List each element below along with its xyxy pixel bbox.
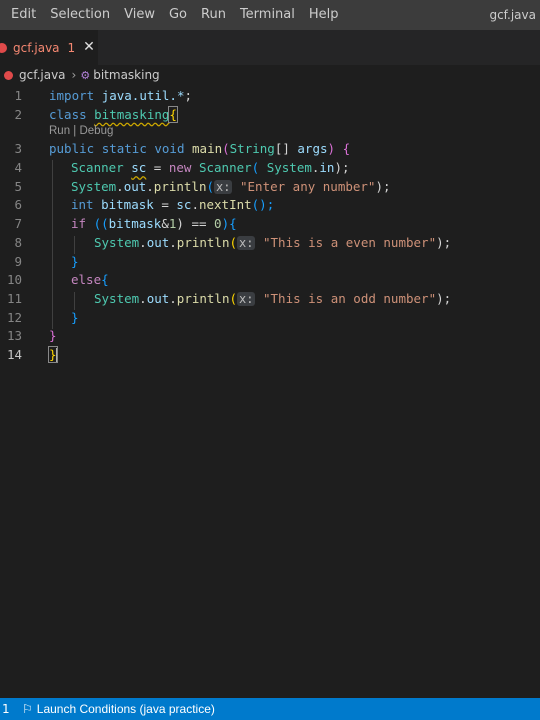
- breadcrumb: gcf.java › ⚙ bitmasking: [0, 65, 540, 85]
- status-bar: 1 ⚐ Launch Conditions (java practice): [0, 698, 540, 720]
- code-line-12[interactable]: 12 }: [0, 308, 540, 327]
- code-text: else{: [71, 272, 109, 288]
- run-debug-code-lens[interactable]: Run | Debug: [49, 125, 113, 137]
- code-line-5[interactable]: 5 System.out.println(x: "Enter any numbe…: [0, 177, 540, 196]
- line-number: 7: [14, 216, 22, 232]
- code-lens-line: Run | Debug: [0, 123, 540, 139]
- text-cursor: [55, 347, 58, 363]
- menu-selection[interactable]: Selection: [43, 0, 117, 30]
- code-text: public static void main(String[] args) {: [49, 141, 351, 157]
- code-line-13[interactable]: 13 }: [0, 327, 540, 346]
- code-text: if ((bitmask&1) == 0){: [71, 216, 237, 232]
- code-line-4[interactable]: 4 Scanner sc = new Scanner( System.in);: [0, 158, 540, 177]
- line-number: 8: [14, 234, 22, 250]
- code-text: }: [71, 309, 79, 325]
- menu-terminal[interactable]: Terminal: [233, 0, 302, 30]
- code-text: System.out.println(x: "This is a even nu…: [94, 234, 452, 250]
- code-text: System.out.println(x: "Enter any number"…: [71, 178, 391, 194]
- debug-icon: ⚐: [22, 702, 33, 716]
- line-number: 2: [14, 106, 22, 122]
- line-number: 14: [6, 347, 22, 363]
- line-number: 5: [14, 178, 22, 194]
- code-line-8[interactable]: 8 System.out.println(x: "This is a even …: [0, 233, 540, 252]
- line-number: 10: [6, 272, 22, 288]
- class-symbol-icon: ⚙: [80, 68, 91, 82]
- tab-label: gcf.java: [13, 40, 60, 55]
- line-number: 12: [6, 309, 22, 325]
- code-text: }: [71, 253, 79, 269]
- line-number: 13: [6, 328, 22, 344]
- menu-help[interactable]: Help: [302, 0, 346, 30]
- code-line-10[interactable]: 10 else{: [0, 270, 540, 289]
- code-line-6[interactable]: 6 int bitmask = sc.nextInt();: [0, 196, 540, 215]
- breadcrumb-file[interactable]: gcf.java: [19, 68, 66, 82]
- code-text: }: [48, 345, 58, 363]
- chevron-right-icon: ›: [71, 68, 77, 82]
- breadcrumb-symbol[interactable]: bitmasking: [93, 68, 159, 82]
- code-line-11[interactable]: 11 System.out.println(x: "This is an odd…: [0, 289, 540, 308]
- line-number: 1: [14, 87, 22, 103]
- error-icon: [4, 70, 13, 80]
- code-text: int bitmask = sc.nextInt();: [71, 197, 275, 213]
- menu-edit[interactable]: Edit: [4, 0, 43, 30]
- code-editor[interactable]: 1 import java.util.*; 2 class bitmasking…: [0, 86, 540, 698]
- line-number: 4: [14, 160, 22, 176]
- menu-go[interactable]: Go: [162, 0, 194, 30]
- menu-view[interactable]: View: [117, 0, 162, 30]
- code-line-9[interactable]: 9 }: [0, 252, 540, 271]
- line-number: 11: [6, 290, 22, 306]
- code-text: Scanner sc = new Scanner( System.in);: [71, 160, 350, 176]
- line-number: 6: [14, 197, 22, 213]
- line-number: 3: [14, 141, 22, 157]
- code-text: System.out.println(x: "This is an odd nu…: [94, 290, 452, 306]
- code-line-3[interactable]: 3 public static void main(String[] args)…: [0, 140, 540, 159]
- close-icon[interactable]: ✕: [83, 30, 95, 65]
- tab-bar: gcf.java 1 ✕: [0, 30, 540, 65]
- launch-configuration-button[interactable]: ⚐ Launch Conditions (java practice): [22, 702, 215, 716]
- window-title: gcf.java: [489, 8, 536, 22]
- menu-items: Edit Selection View Go Run Terminal Help: [0, 0, 346, 30]
- menu-run[interactable]: Run: [194, 0, 233, 30]
- code-line-7[interactable]: 7 if ((bitmask&1) == 0){: [0, 214, 540, 233]
- code-line-2[interactable]: 2 class bitmasking{: [0, 105, 540, 124]
- parameter-hint: x:: [237, 235, 256, 250]
- code-text: import java.util.*;: [49, 87, 193, 103]
- menu-bar: Edit Selection View Go Run Terminal Help…: [0, 0, 540, 30]
- parameter-hint: x:: [237, 291, 256, 306]
- code-line-14[interactable]: 14 }: [0, 345, 540, 364]
- line-number: 9: [14, 253, 22, 269]
- parameter-hint: x:: [214, 179, 233, 194]
- status-remote-count[interactable]: 1: [0, 702, 16, 716]
- launch-configuration-label: Launch Conditions (java practice): [36, 702, 215, 716]
- code-line-1[interactable]: 1 import java.util.*;: [0, 86, 540, 105]
- code-text: class bitmasking{: [49, 105, 178, 123]
- code-text: }: [49, 328, 57, 344]
- tab-gcf-java[interactable]: gcf.java 1 ✕: [0, 30, 98, 65]
- problem-count-badge: 1: [67, 40, 76, 55]
- java-file-icon: [0, 42, 7, 53]
